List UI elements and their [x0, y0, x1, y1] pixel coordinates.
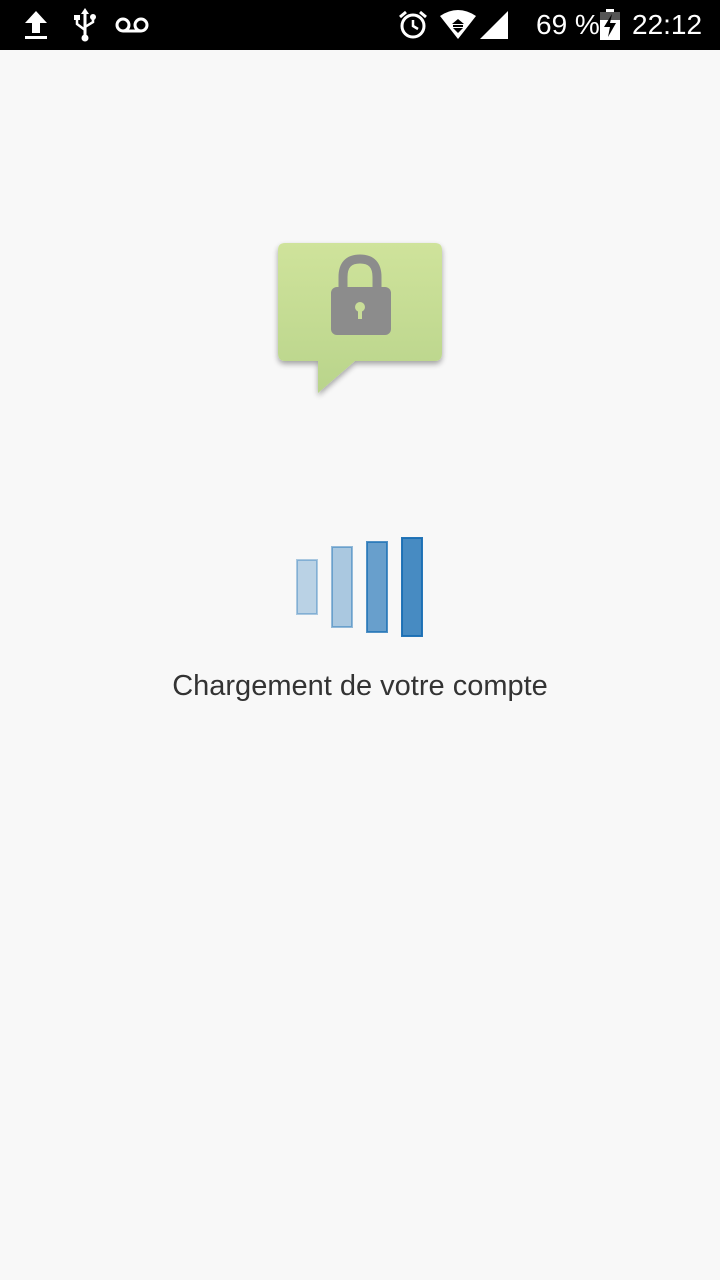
loading-bars-icon: [290, 532, 430, 642]
loading-bar-2: [331, 546, 353, 628]
lock-bubble-icon: [278, 243, 442, 393]
alarm-icon: [396, 0, 430, 50]
upload-icon: [20, 0, 52, 50]
loading-bar-4: [401, 537, 423, 637]
loading-bar-3: [366, 541, 388, 633]
status-bar: 69 % 22:12: [0, 0, 720, 50]
wifi-icon: [438, 0, 478, 50]
app-logo: [270, 235, 452, 410]
voicemail-icon: [114, 0, 150, 50]
battery-percentage: 69 %: [536, 9, 600, 40]
battery-charging-icon: [598, 0, 622, 50]
usb-icon: [68, 0, 102, 50]
loading-screen: Chargement de votre compte: [0, 50, 720, 1280]
loading-message: Chargement de votre compte: [172, 670, 548, 702]
cell-signal-icon: [478, 0, 510, 50]
loading-bar-1: [296, 559, 318, 615]
clock: 22:12: [632, 9, 703, 40]
